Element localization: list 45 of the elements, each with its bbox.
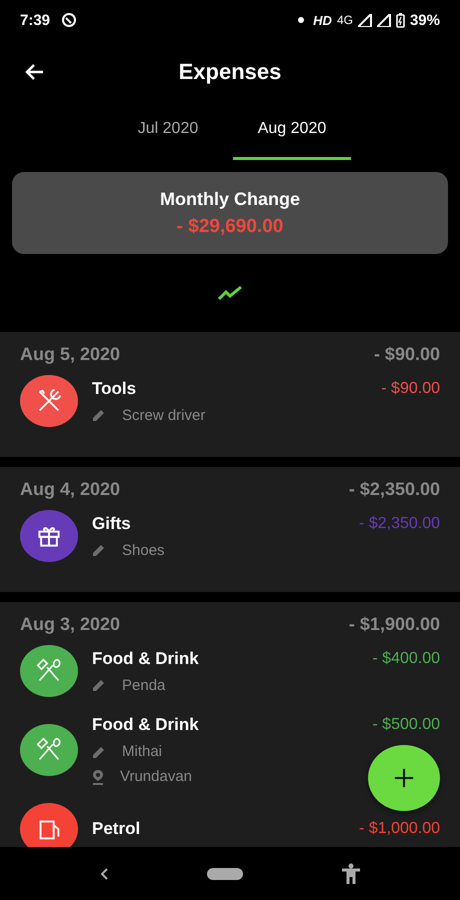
- home-pill[interactable]: [207, 868, 243, 880]
- accessibility-icon[interactable]: [341, 862, 361, 884]
- expense-amount: - $500.00: [372, 716, 440, 734]
- month-tab[interactable]: Jul 2020: [109, 104, 227, 160]
- summary-amount: - $29,690.00: [176, 216, 284, 238]
- screen-title: Expenses: [178, 59, 282, 85]
- group-total: - $90.00: [374, 344, 440, 365]
- pencil-icon: [92, 543, 106, 557]
- expense-note: Vrundavan: [120, 768, 192, 785]
- category-name: Gifts: [92, 514, 131, 534]
- group-total: - $1,900.00: [348, 614, 440, 635]
- group-total: - $2,350.00: [348, 479, 440, 500]
- pencil-icon: [92, 408, 106, 422]
- expense-note: Screw driver: [122, 406, 206, 424]
- expense-amount: - $1,000.00: [359, 820, 440, 838]
- status-time: 7:39: [20, 12, 50, 28]
- signal-icon: [376, 14, 391, 26]
- group-date: Aug 5, 2020: [20, 344, 120, 365]
- back-nav-icon[interactable]: [99, 866, 109, 880]
- summary-title: Monthly Change: [160, 188, 300, 210]
- month-tab[interactable]: Aug 2020: [233, 104, 351, 160]
- signal-icon: [358, 14, 372, 26]
- expense-amount: - $400.00: [372, 650, 440, 668]
- category-name: Food & Drink: [92, 648, 199, 668]
- group-date: Aug 3, 2020: [20, 614, 120, 635]
- pencil-icon: [92, 678, 106, 692]
- network-label: HD: [313, 12, 332, 28]
- category-name: Food & Drink: [92, 715, 199, 735]
- group-date: Aug 4, 2020: [20, 479, 120, 500]
- battery-percent: 39%: [410, 12, 440, 28]
- expense-amount: - $90.00: [381, 380, 440, 398]
- expense-note: Penda: [122, 676, 166, 694]
- battery-icon: [396, 12, 405, 28]
- expense-note: Shoes: [122, 542, 165, 558]
- plus-icon: [393, 767, 415, 789]
- trend-icon[interactable]: [217, 285, 243, 301]
- location-pin-icon: [92, 768, 104, 784]
- network-type: 4G: [336, 13, 353, 27]
- category-name: Tools: [92, 378, 136, 398]
- category-name: Petrol: [92, 819, 140, 839]
- data-saver-icon: [61, 12, 78, 28]
- expense-note: Mithai: [122, 743, 162, 760]
- notification-dot-icon: [298, 17, 304, 23]
- pencil-icon: [92, 744, 106, 758]
- expense-amount: - $2,350.00: [359, 514, 440, 532]
